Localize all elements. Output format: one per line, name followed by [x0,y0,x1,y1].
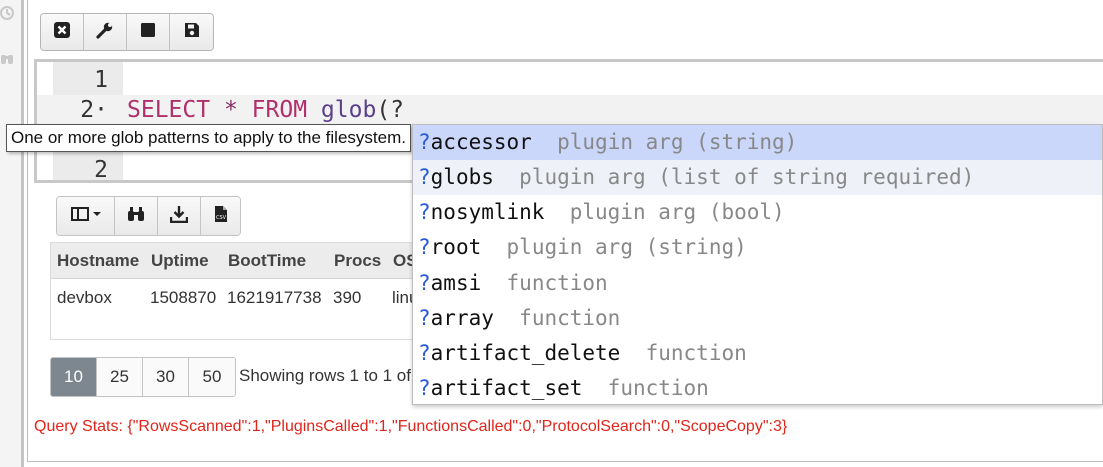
page-size-50[interactable]: 50 [189,358,235,396]
column-selector-icon [70,206,101,227]
cell-uptime: 1508870 [150,288,217,307]
cell-bottom-border [27,461,1103,467]
suggestion-accessor[interactable]: ?accessor plugin arg (string) [413,125,1102,160]
clock-icon[interactable] [0,5,16,21]
query-text[interactable]: SELECT * FROM glob(? [127,95,404,126]
result-toolbar: CSV [56,196,241,236]
results-table: Hostname Uptime BootTime Procs OS devbox… [50,242,430,340]
save-icon [184,22,200,43]
page-size-selector: 10 25 30 50 [50,357,236,397]
autocomplete-popup: ?accessor plugin arg (string) ?globs plu… [412,124,1103,405]
line-number: 2· [80,97,108,123]
cell-boottime: 1621917738 [227,288,322,307]
line-number: 1 [94,67,108,93]
line-number: 2 [94,157,108,183]
page-size-30[interactable]: 30 [143,358,189,396]
download-icon [169,205,189,228]
close-square-icon [53,21,71,44]
search-results-button[interactable] [115,197,158,235]
code-line-active: 2· SELECT * FROM glob(? [37,95,1103,126]
star-operator: * [223,97,238,123]
query-stats: Query Stats: {"RowsScanned":1,"PluginsCa… [34,418,788,435]
column-header-procs[interactable]: Procs [334,243,381,279]
cell-hostname: devbox [57,288,112,307]
suggestion-root[interactable]: ?root plugin arg (string) [413,230,1102,265]
paren-text: (? [376,97,405,123]
column-selector-button[interactable] [57,197,115,235]
keyword-select: SELECT [127,97,211,123]
suggestion-array[interactable]: ?array function [413,301,1102,336]
function-name: glob [320,97,377,123]
settings-button[interactable] [84,14,127,50]
suggestion-globs[interactable]: ?globs plugin arg (list of string requir… [413,160,1102,195]
suggestion-artifact-delete[interactable]: ?artifact_delete function [413,336,1102,371]
page-size-25[interactable]: 25 [97,358,143,396]
save-button[interactable] [170,14,213,50]
column-header-boottime[interactable]: BootTime [228,243,306,279]
stop-button[interactable] [127,14,170,50]
export-csv-button[interactable]: CSV [201,197,240,235]
cell-procs: 390 [333,288,362,307]
argument-tooltip: One or more glob patterns to apply to th… [6,124,411,152]
page-size-10[interactable]: 10 [51,358,97,396]
code-line: 1 [37,65,1103,96]
left-rail [0,0,24,467]
suggestion-artifact-set[interactable]: ?artifact_set function [413,371,1102,404]
column-header-uptime[interactable]: Uptime [151,243,209,279]
suggestion-amsi[interactable]: ?amsi function [413,266,1102,301]
column-header-hostname[interactable]: Hostname [57,243,139,279]
stop-icon [140,22,156,43]
svg-text:CSV: CSV [216,215,227,221]
binoculars-icon [127,206,145,227]
cancel-button[interactable] [41,14,84,50]
wrench-icon [96,21,114,44]
download-button[interactable] [158,197,201,235]
suggestion-nosymlink[interactable]: ?nosymlink plugin arg (bool) [413,195,1102,230]
csv-file-icon: CSV [214,205,228,228]
editor-toolbar [40,13,214,51]
keyword-from: FROM [251,97,308,123]
pagination-status: Showing rows 1 to 1 of [239,366,411,385]
table-header: Hostname Uptime BootTime Procs OS [51,243,429,279]
binoculars-icon[interactable] [0,50,16,66]
